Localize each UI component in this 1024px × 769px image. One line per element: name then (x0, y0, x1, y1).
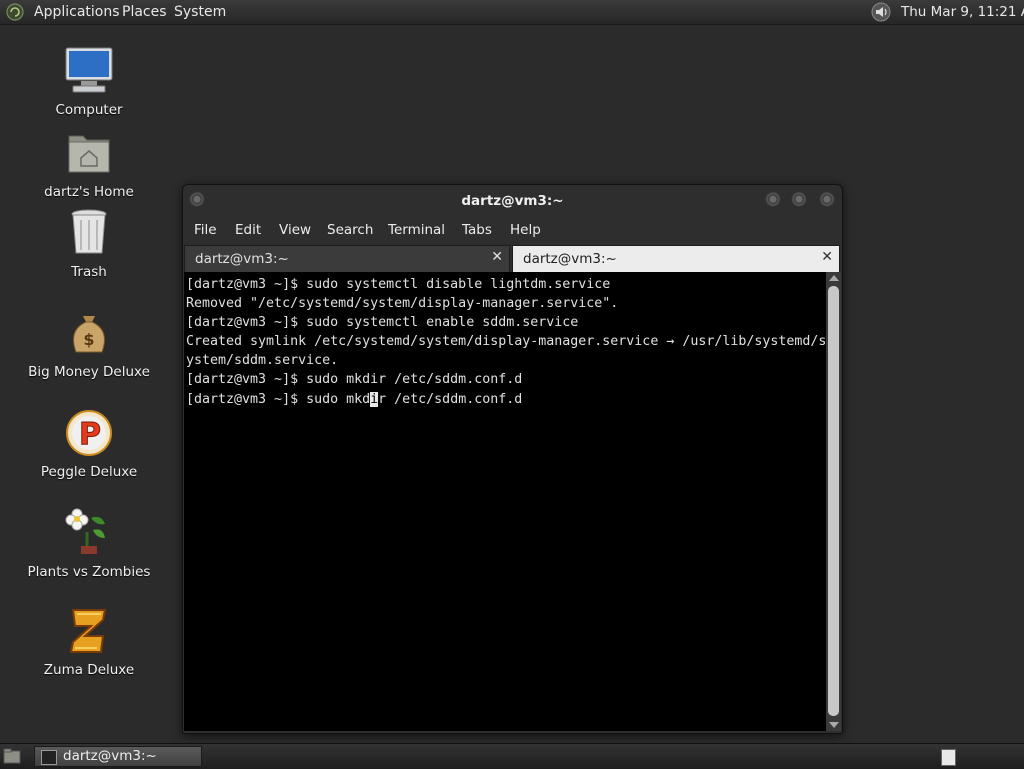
desktop-icon-label: Peggle Deluxe (40, 464, 138, 480)
desktop-icon-label: Trash (71, 264, 107, 280)
tab-bar: dartz@vm3:~ ✕ dartz@vm3:~ ✕ (183, 245, 842, 272)
peggle-icon: P (66, 410, 112, 456)
show-desktop-icon[interactable] (3, 748, 21, 764)
terminal-scrollbar[interactable] (826, 272, 841, 731)
distro-logo-icon[interactable] (6, 3, 24, 21)
tab-close-icon[interactable]: ✕ (821, 249, 833, 265)
maximize-button[interactable] (791, 192, 807, 208)
terminal-line: [dartz@vm3 ~]$ sudo systemctl disable li… (186, 277, 611, 292)
terminal-line: Created symlink /etc/systemd/system/disp… (186, 334, 826, 350)
top-panel: Applications Places System Thu Mar 9, 11… (0, 0, 1024, 25)
current-line-after: r /etc/sddm.conf.d (378, 391, 523, 407)
terminal-line: [dartz@vm3 ~]$ sudo systemctl enable sdd… (186, 315, 579, 331)
desktop-icon-pvz[interactable]: Plants vs Zombies (24, 508, 154, 580)
desktop-icon-label: dartz's Home (44, 184, 134, 200)
scroll-up-arrow-icon[interactable] (829, 275, 839, 281)
clock[interactable]: Thu Mar 9, 11:21 AM (901, 4, 1024, 20)
terminal-line: Removed "/etc/systemd/system/display-man… (186, 296, 619, 312)
desktop-icon-label: Zuma Deluxe (43, 662, 135, 678)
trash-icon (71, 209, 107, 254)
home-folder-icon (68, 135, 110, 173)
desktop-icon-big-money[interactable]: $ Big Money Deluxe (24, 308, 154, 380)
tab-close-icon[interactable]: ✕ (491, 249, 503, 265)
terminal-text: [dartz@vm3 ~]$ sudo systemctl disable li… (186, 275, 826, 409)
desktop-icon-label: Computer (55, 102, 123, 118)
current-line-before: [dartz@vm3 ~]$ sudo mkd (186, 391, 371, 407)
terminal-line: [dartz@vm3 ~]$ sudo mkdir /etc/sddm.conf… (186, 372, 523, 388)
menu-view[interactable]: View (279, 222, 311, 238)
places-menu[interactable]: Places (122, 4, 167, 20)
menu-tabs[interactable]: Tabs (462, 222, 492, 238)
bottom-panel: dartz@vm3:~ (0, 743, 1024, 769)
system-menu[interactable]: System (174, 4, 226, 20)
window-titlebar[interactable]: dartz@vm3:~ (183, 185, 842, 217)
workspace-switcher[interactable] (941, 749, 956, 766)
terminal-current-line: [dartz@vm3 ~]$ sudo mkdir /etc/sddm.conf… (186, 391, 523, 407)
minimize-button[interactable] (765, 192, 781, 208)
menu-search[interactable]: Search (327, 222, 373, 238)
zuma-icon (69, 609, 107, 653)
close-button[interactable] (819, 192, 835, 208)
svg-text:P: P (79, 417, 101, 452)
window-title: dartz@vm3:~ (461, 193, 564, 209)
money-bag-icon: $ (73, 316, 105, 353)
taskbar-window-label: dartz@vm3:~ (63, 748, 157, 764)
terminal-line: ystem/sddm.service. (186, 353, 339, 369)
desktop-icon-computer[interactable]: Computer (24, 46, 154, 118)
terminal-window[interactable]: dartz@vm3:~ File Edit View Search Termin… (182, 184, 843, 734)
menu-help[interactable]: Help (510, 222, 541, 238)
applications-menu[interactable]: Applications (34, 4, 120, 20)
text-cursor: i (370, 391, 379, 407)
menu-file[interactable]: File (194, 222, 217, 238)
scroll-down-arrow-icon[interactable] (829, 722, 839, 728)
desktop-icon-label: Big Money Deluxe (28, 364, 150, 380)
tab-label: dartz@vm3:~ (195, 251, 289, 267)
scrollbar-thumb[interactable] (828, 286, 839, 716)
desktop-icon-zuma[interactable]: Zuma Deluxe (24, 606, 154, 678)
tab-2[interactable]: dartz@vm3:~ ✕ (512, 245, 840, 272)
plants-vs-zombies-icon (65, 508, 105, 554)
desktop-icon-home[interactable]: dartz's Home (24, 128, 154, 200)
terminal-icon (41, 750, 57, 765)
menu-edit[interactable]: Edit (235, 222, 261, 238)
computer-icon (65, 47, 113, 93)
volume-icon[interactable] (870, 2, 892, 22)
menu-terminal[interactable]: Terminal (388, 222, 445, 238)
terminal-output[interactable]: [dartz@vm3 ~]$ sudo systemctl disable li… (184, 272, 826, 731)
tab-label: dartz@vm3:~ (523, 251, 617, 267)
svg-text:$: $ (83, 330, 94, 349)
terminal-menubar: File Edit View Search Terminal Tabs Help (183, 217, 842, 243)
desktop-icon-peggle[interactable]: P Peggle Deluxe (24, 408, 154, 480)
desktop-icon-label: Plants vs Zombies (27, 564, 151, 580)
desktop-icon-trash[interactable]: Trash (24, 208, 154, 280)
tab-1[interactable]: dartz@vm3:~ ✕ (184, 245, 510, 272)
taskbar-window-button[interactable]: dartz@vm3:~ (34, 746, 202, 767)
